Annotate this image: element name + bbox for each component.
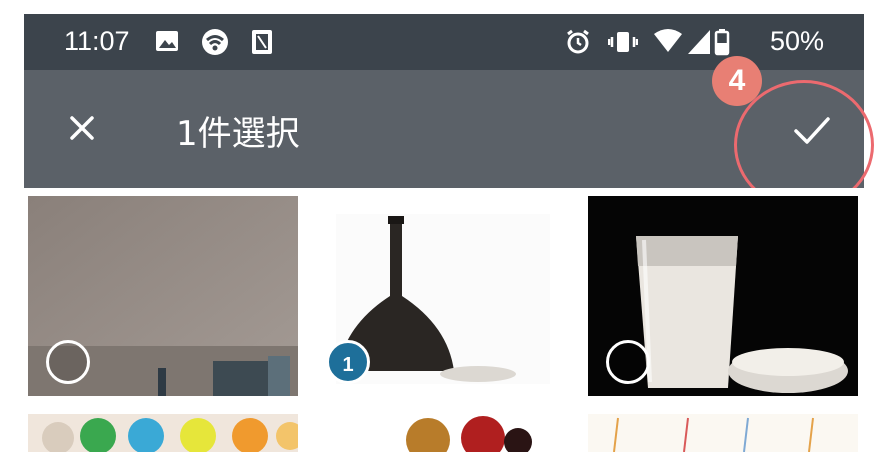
select-circle[interactable] [46, 340, 90, 384]
photo-thumbnail-fruit[interactable] [28, 414, 298, 452]
selection-count-title: 1件選択 [176, 114, 300, 154]
vibrate-icon [607, 28, 639, 61]
status-time: 11:07 [64, 26, 130, 56]
photo-thumbnail-bottle[interactable]: 1 [308, 196, 578, 396]
image-icon [154, 28, 180, 59]
fruit-photo-image [28, 414, 298, 452]
photo-thumbnail-room[interactable] [28, 196, 298, 396]
photo-thumbnail-candy[interactable] [308, 414, 578, 452]
nfc-icon [250, 28, 274, 61]
photo-thumbnail-milk[interactable] [588, 196, 858, 396]
wifi-icon [652, 28, 684, 61]
signal-icon [686, 28, 712, 61]
candy-photo-image [308, 414, 578, 452]
check-icon [794, 117, 830, 144]
step-number-badge: 4 [712, 56, 762, 106]
wifi-hotspot-icon [200, 28, 230, 61]
photo-thumbnail-pattern[interactable] [588, 414, 858, 452]
confirm-button[interactable] [788, 110, 836, 150]
alarm-icon [564, 28, 592, 61]
photo-grid: 1 [24, 188, 864, 452]
pattern-photo-image [588, 414, 858, 452]
close-button[interactable] [62, 108, 102, 148]
select-circle[interactable] [606, 340, 650, 384]
close-icon [70, 116, 94, 140]
selection-order-badge[interactable]: 1 [326, 340, 370, 384]
battery-percentage: 50% [769, 26, 824, 56]
battery-icon [714, 28, 730, 61]
